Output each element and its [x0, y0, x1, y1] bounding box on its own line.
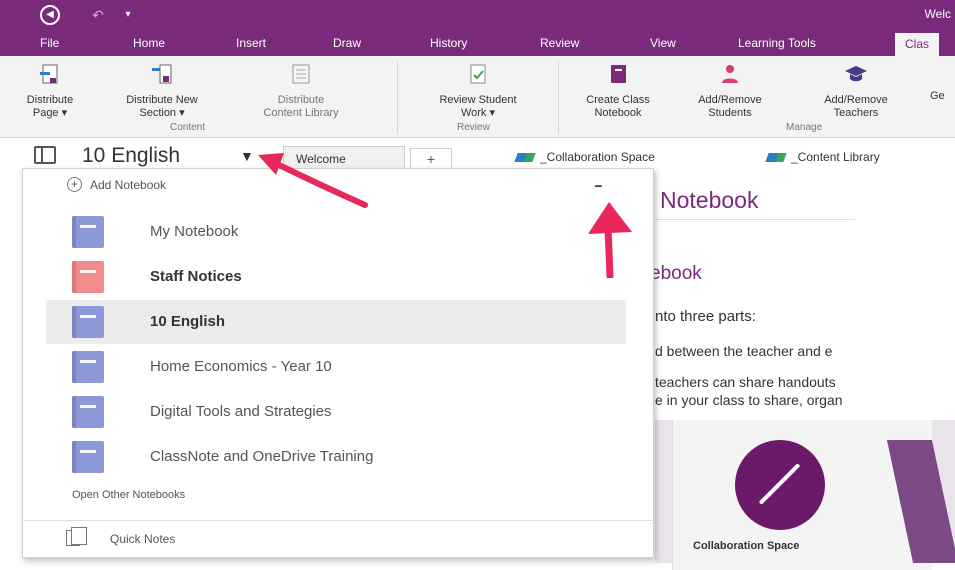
notebook-icon: [72, 306, 104, 338]
ribbon-tabs: File Home Insert Draw History Review Vie…: [0, 30, 955, 56]
notebook-item-my-notebook[interactable]: My Notebook: [46, 210, 626, 254]
divider: [22, 520, 654, 521]
page-text-line: e in your class to share, organ: [655, 392, 843, 408]
page-text-line: teachers can share handouts: [655, 374, 836, 390]
add-remove-students-label: Add/Remove Students: [698, 94, 762, 119]
distribute-section-icon: [152, 64, 172, 84]
notebook-label: Home Economics - Year 10: [150, 358, 332, 375]
page-text-line: d between the teacher and e: [655, 343, 833, 359]
back-icon[interactable]: ◀: [40, 5, 60, 25]
tab-draw[interactable]: Draw: [333, 36, 361, 50]
group-separator: [397, 62, 398, 134]
review-work-icon: [470, 64, 486, 84]
review-student-work-button[interactable]: Review Student Work ▾: [408, 62, 548, 120]
notebook-icon: [72, 396, 104, 428]
notebook-icon: [611, 65, 626, 83]
create-class-notebook-label: Create Class Notebook: [586, 94, 650, 119]
add-notebook-button[interactable]: Add Notebook: [90, 178, 166, 192]
distribute-content-library-button[interactable]: Distribute Content Library: [246, 62, 356, 120]
group-label-content: Content: [170, 122, 206, 133]
tab-insert[interactable]: Insert: [236, 36, 266, 50]
notebook-title: 10 English: [82, 144, 181, 167]
get-button-label: Ge: [930, 90, 945, 102]
graphic-caption: Collaboration Space: [693, 540, 800, 552]
red-arrow-icon: [258, 153, 368, 208]
notebook-item-classnote-onedrive[interactable]: ClassNote and OneDrive Training: [46, 435, 626, 479]
tab-learning-tools[interactable]: Learning Tools: [738, 36, 816, 50]
page-title: Notebook: [660, 187, 759, 213]
section-group-icon: [765, 153, 787, 163]
page-subheading: ebook: [650, 263, 702, 284]
distribute-page-button[interactable]: Distribute Page ▾: [2, 62, 98, 120]
notebook-label: 10 English: [150, 313, 226, 330]
window-title: Welc: [924, 7, 951, 21]
notebook-item-home-economics[interactable]: Home Economics - Year 10: [46, 345, 626, 389]
notebook-icon: [72, 351, 104, 383]
title-bar: ◀ ↶ ▾ Welc: [0, 0, 955, 30]
notebook-picker[interactable]: 10 English ▼: [12, 140, 267, 170]
title-underline: [655, 219, 855, 220]
tab-home[interactable]: Home: [133, 36, 165, 50]
section-group-label: _Content Library: [791, 150, 880, 164]
review-student-work-label: Review Student Work ▾: [439, 94, 517, 119]
undo-icon[interactable]: ↶: [88, 5, 108, 25]
distribute-content-library-label: Distribute Content Library: [263, 94, 339, 119]
create-class-notebook-button[interactable]: Create Class Notebook: [564, 62, 672, 120]
tab-history[interactable]: History: [430, 36, 467, 50]
add-remove-teachers-button[interactable]: Add/Remove Teachers: [806, 62, 906, 120]
notebook-label: Digital Tools and Strategies: [150, 403, 332, 420]
tab-review[interactable]: Review: [540, 36, 579, 50]
tab-class-notebook[interactable]: Clas: [895, 33, 940, 56]
notebook-item-digital-tools[interactable]: Digital Tools and Strategies: [46, 390, 626, 434]
get-button-icon-space: [930, 62, 954, 90]
notebook-item-10-english[interactable]: 10 English: [46, 300, 626, 344]
notebook-icon: [34, 146, 56, 164]
add-section-button[interactable]: +: [410, 148, 452, 170]
notebook-label: ClassNote and OneDrive Training: [150, 448, 374, 465]
add-remove-teachers-label: Add/Remove Teachers: [824, 94, 888, 119]
tab-file[interactable]: File: [40, 36, 59, 50]
group-separator: [558, 62, 559, 134]
students-icon: [722, 65, 738, 83]
get-button[interactable]: Ge: [930, 62, 954, 103]
distribute-new-section-label: Distribute New Section ▾: [126, 94, 198, 119]
page-text-line: nto three parts:: [655, 308, 756, 325]
quick-notes-link[interactable]: Quick Notes: [110, 532, 175, 546]
red-arrow-icon: [588, 202, 632, 278]
add-remove-students-button[interactable]: Add/Remove Students: [680, 62, 780, 120]
section-group-content-library[interactable]: _Content Library: [765, 150, 880, 164]
notebook-icon: [72, 216, 104, 248]
notebook-icon: [72, 441, 104, 473]
notebook-label: Staff Notices: [150, 268, 242, 285]
group-label-review: Review: [457, 122, 490, 133]
add-icon[interactable]: +: [67, 177, 82, 192]
tab-view[interactable]: View: [650, 36, 676, 50]
section-group-label: _Collaboration Space: [540, 150, 655, 164]
ribbon: Distribute Page ▾ Distribute New Section…: [0, 56, 955, 138]
section-group-collaboration[interactable]: _Collaboration Space: [514, 150, 655, 164]
distribute-page-label: Distribute Page ▾: [26, 94, 74, 119]
section-group-icon: [514, 153, 536, 163]
pin-icon[interactable]: ━: [595, 180, 602, 193]
teachers-icon: [845, 66, 867, 82]
group-label-manage: Manage: [786, 122, 823, 133]
notebook-item-staff-notices[interactable]: Staff Notices: [46, 255, 626, 299]
quick-access-more-icon[interactable]: ▾: [118, 5, 138, 25]
distribute-new-section-button[interactable]: Distribute New Section ▾: [112, 62, 212, 120]
distribute-page-icon: [40, 64, 58, 84]
quick-notes-icon: [66, 527, 87, 546]
content-library-icon: [292, 64, 310, 84]
open-other-notebooks-link[interactable]: Open Other Notebooks: [72, 489, 185, 501]
notebook-label: My Notebook: [150, 223, 239, 240]
notebook-icon: [72, 261, 104, 293]
